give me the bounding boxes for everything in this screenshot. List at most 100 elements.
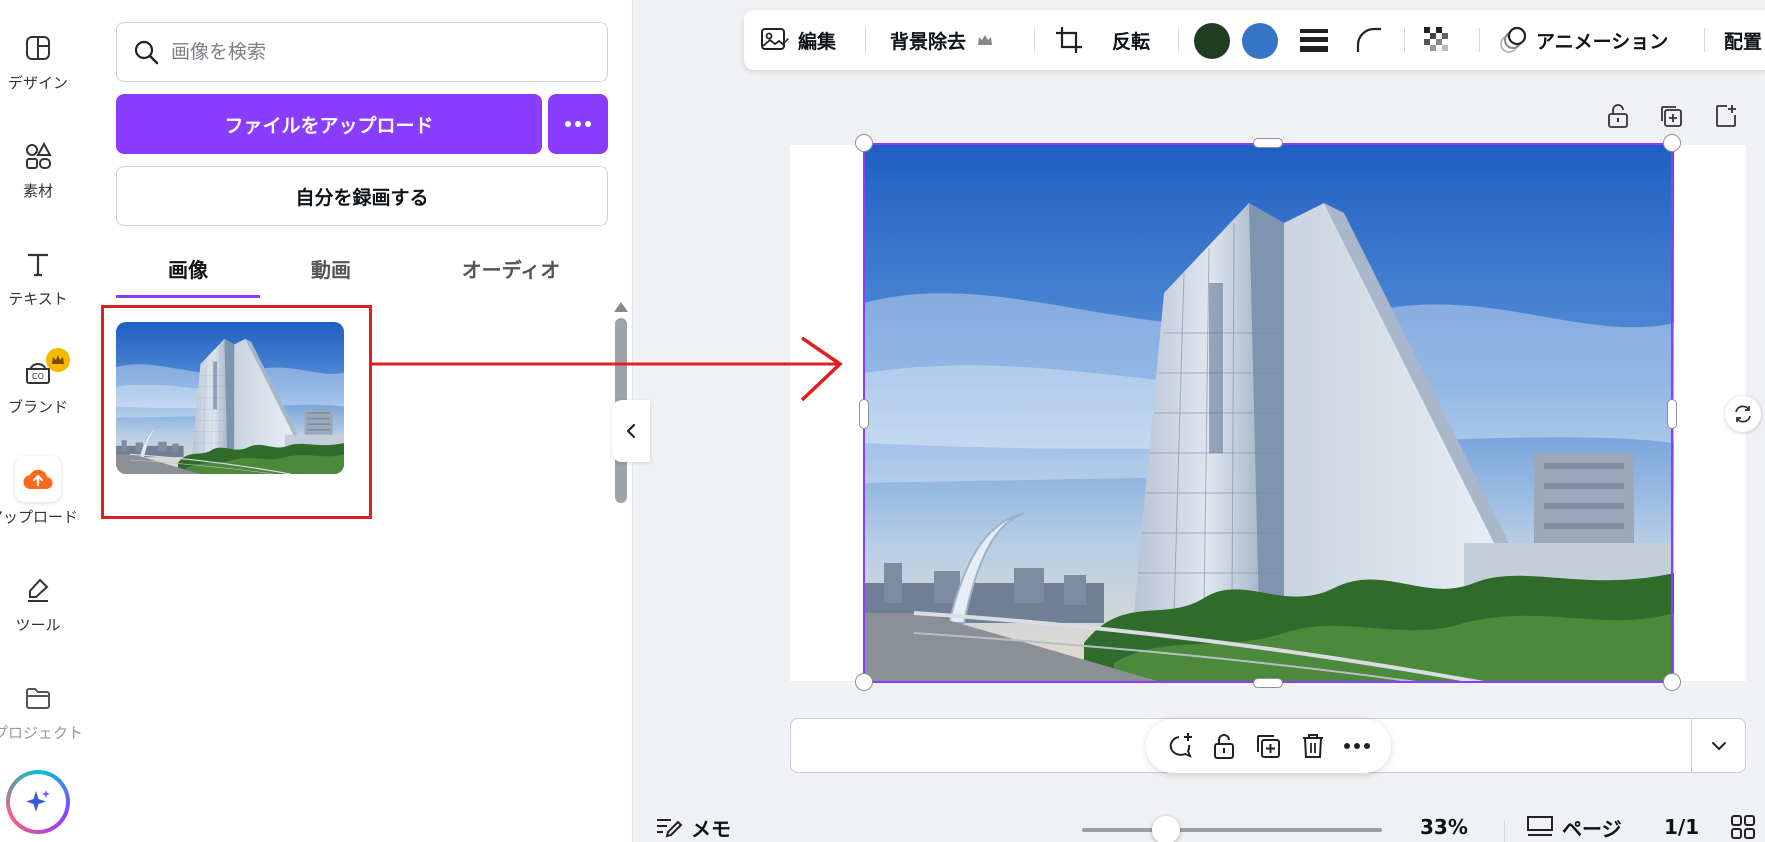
expand-pages-button[interactable]: [1691, 719, 1745, 772]
border-style-button[interactable]: [1299, 10, 1329, 70]
flip-button[interactable]: 反転: [1112, 10, 1150, 70]
rail-label: ブランド: [7, 398, 68, 416]
rail-label: プロジェクト: [0, 724, 84, 742]
notes-icon: [657, 819, 683, 838]
rail-item-brand[interactable]: CO ブランド: [0, 348, 76, 417]
pen-tool-icon: [18, 570, 58, 610]
corner-rounding-button[interactable]: [1354, 10, 1384, 70]
resize-handle-top-left[interactable]: [855, 134, 873, 152]
text-icon: [18, 244, 58, 284]
rail-label: テキスト: [8, 290, 68, 308]
building-image: [864, 143, 1674, 683]
edit-label: 編集: [798, 30, 837, 53]
toolbar-divider: [1404, 28, 1405, 52]
search-icon: [134, 40, 159, 65]
rotate-icon: [1735, 405, 1751, 423]
transparency-icon: [1424, 27, 1448, 51]
position-button[interactable]: 配置: [1724, 10, 1762, 70]
animate-button[interactable]: アニメーション: [1496, 10, 1668, 70]
upload-files-button[interactable]: ファイルをアップロード: [116, 94, 542, 154]
rail-label: 素材: [22, 182, 53, 200]
notes-button[interactable]: メモ: [655, 812, 731, 842]
sparkle-icon: [26, 790, 50, 812]
cloud-upload-icon: [15, 456, 61, 502]
grid-view-icon: [1731, 815, 1755, 839]
crown-icon: [46, 348, 70, 372]
rail-item-projects[interactable]: プロジェクト: [0, 678, 83, 743]
rail-item-design[interactable]: デザイン: [0, 28, 76, 93]
edit-image-button[interactable]: 編集: [760, 10, 836, 70]
add-page-button[interactable]: [1712, 102, 1740, 130]
more-icon: [565, 121, 591, 127]
zoom-percentage[interactable]: 33%: [1420, 812, 1468, 842]
collapse-panel-button[interactable]: [612, 400, 650, 462]
rail-item-elements[interactable]: 素材: [0, 136, 76, 201]
duplicate-page-button[interactable]: [1657, 102, 1685, 130]
media-tabs: 画像 動画 オーディオ: [116, 248, 608, 298]
tab-videos[interactable]: 動画: [266, 248, 396, 298]
corner-radius-icon: [1356, 27, 1381, 52]
add-comment-button[interactable]: [1163, 729, 1197, 763]
uploaded-image-thumbnail[interactable]: [116, 322, 344, 474]
pages-button[interactable]: ページ: [1526, 812, 1622, 842]
chevron-down-icon: [1711, 741, 1726, 750]
color-swatch-blue[interactable]: [1242, 23, 1278, 59]
transparency-button[interactable]: [1422, 10, 1452, 70]
folder-icon: [18, 678, 58, 718]
resize-handle-left[interactable]: [859, 399, 869, 429]
duplicate-element-button[interactable]: [1251, 729, 1285, 763]
toolbar-divider: [1479, 28, 1480, 52]
trash-icon: [1302, 734, 1323, 758]
more-icon: [1343, 743, 1370, 749]
crop-button[interactable]: [1054, 10, 1084, 70]
toolbar-divider: [1178, 28, 1179, 52]
grid-view-button[interactable]: [1730, 812, 1756, 842]
side-rail: デザイン 素材 テキスト CO ブランド アップロード ツール: [0, 0, 100, 842]
uploads-panel: ファイルをアップロード 自分を録画する 画像 動画 オーディオ: [100, 0, 633, 842]
resize-handle-bottom-right[interactable]: [1663, 673, 1681, 691]
scroll-up-icon: [614, 302, 628, 312]
rotate-button[interactable]: [1725, 396, 1761, 432]
animate-icon: [1500, 26, 1527, 53]
crown-icon: [978, 35, 993, 45]
magic-assistant-button[interactable]: [6, 770, 70, 834]
resize-handle-top-right[interactable]: [1663, 134, 1681, 152]
resize-handle-bottom[interactable]: [1253, 678, 1283, 688]
element-quick-actions: [1146, 719, 1391, 773]
resize-handle-right[interactable]: [1667, 399, 1677, 429]
lock-icon: [1608, 104, 1628, 128]
building-image: [116, 322, 344, 474]
zoom-slider[interactable]: [1082, 816, 1382, 842]
tab-images[interactable]: 画像: [116, 248, 260, 298]
rail-label: デザイン: [7, 74, 68, 92]
search-input[interactable]: [171, 41, 571, 63]
rail-item-text[interactable]: テキスト: [0, 244, 76, 309]
resize-handle-top[interactable]: [1253, 138, 1283, 148]
duplicate-icon: [1661, 106, 1682, 127]
rail-item-tools[interactable]: ツール: [0, 570, 76, 635]
rail-label: アップロード: [0, 508, 79, 526]
layout-icon: [18, 28, 58, 68]
bg-remove-button[interactable]: 背景除去: [890, 10, 994, 70]
rail-label: ツール: [15, 616, 61, 634]
flip-label: 反転: [1112, 30, 1151, 53]
more-actions-button[interactable]: [1340, 729, 1374, 763]
zoom-slider-knob[interactable]: [1152, 816, 1181, 842]
color-swatch-dark-green[interactable]: [1194, 23, 1230, 59]
more-options-button[interactable]: [548, 94, 608, 154]
resize-handle-bottom-left[interactable]: [855, 673, 873, 691]
toolbar-divider: [1034, 28, 1035, 52]
record-yourself-button[interactable]: 自分を録画する: [116, 166, 608, 226]
crop-icon: [1056, 27, 1082, 53]
lock-element-button[interactable]: [1207, 729, 1241, 763]
delete-element-button[interactable]: [1296, 729, 1330, 763]
selected-image[interactable]: [864, 143, 1674, 683]
rail-item-uploads[interactable]: アップロード: [0, 456, 79, 527]
shapes-icon: [18, 136, 58, 176]
lock-page-button[interactable]: [1604, 102, 1632, 130]
animate-label: アニメーション: [1536, 30, 1669, 53]
tab-audio[interactable]: オーディオ: [416, 248, 606, 298]
add-page-icon: [1716, 105, 1736, 127]
search-box[interactable]: [116, 22, 608, 82]
bg-remove-label: 背景除去: [890, 30, 967, 53]
